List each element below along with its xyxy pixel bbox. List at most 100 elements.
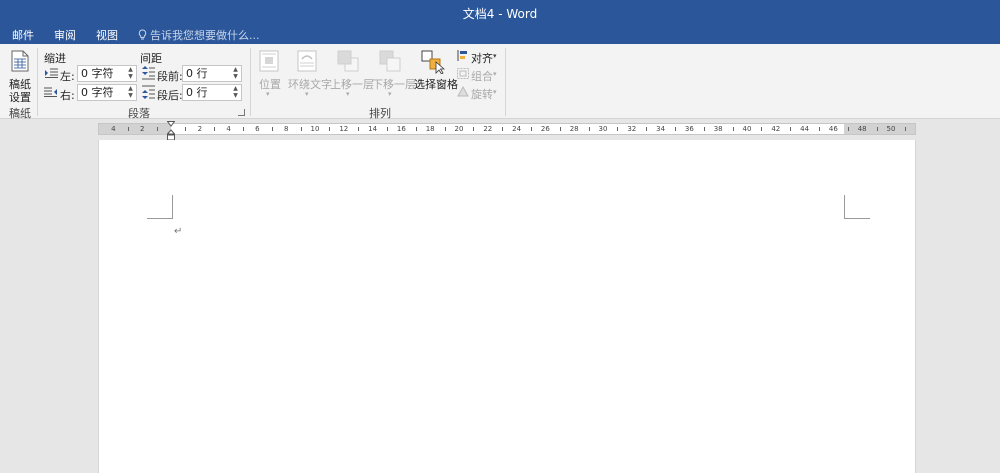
- ruler-number: 14: [368, 125, 378, 133]
- ruler-number: 20: [454, 125, 464, 133]
- ruler-tick: [387, 127, 388, 131]
- ruler-tick: [876, 127, 878, 131]
- ruler-tick: [300, 127, 302, 131]
- bring-forward-label: 上移一层: [330, 78, 374, 91]
- ruler-number: 32: [627, 125, 637, 133]
- ruler-number: 2: [139, 125, 145, 133]
- chevron-down-icon: ▾: [346, 90, 350, 98]
- ruler-tick: [819, 127, 820, 131]
- chevron-down-icon: ▾: [493, 52, 497, 60]
- ruler-number: 22: [483, 125, 493, 133]
- rotate-label: 旋转: [471, 88, 493, 101]
- crop-mark-top-left: [147, 195, 173, 219]
- document-page[interactable]: ↵: [98, 140, 916, 473]
- ruler-number: 18: [425, 125, 435, 133]
- paragraph-dialog-launcher-icon[interactable]: [238, 109, 245, 116]
- horizontal-ruler-area: 4 2 2 4 6 8 10 12 14 16 18 20 22 24 26 28 30 32 34 36 38 40 42…: [0, 120, 1000, 140]
- spacing-before-label: 段前:: [157, 70, 183, 83]
- tab-review[interactable]: 审阅: [54, 27, 76, 43]
- ruler-tick: [790, 127, 792, 131]
- position-label: 位置: [259, 78, 281, 91]
- manuscript-button-label-2: 设置: [9, 91, 31, 104]
- ribbon: 稿纸 设置 稿纸 缩进 间距 左: 0 字符 ▲ ▼ 右: 0 字符 ▲ ▼ 段前:…: [0, 44, 1000, 120]
- ruler-tick: [358, 127, 360, 131]
- ruler-number: 50: [886, 125, 896, 133]
- ruler-number: 42: [771, 125, 781, 133]
- align-icon: [457, 50, 467, 61]
- spin-arrows-icon[interactable]: ▲ ▼: [127, 66, 134, 81]
- spacing-after-value: 0 行: [186, 86, 208, 99]
- ruler-tick: [127, 127, 129, 131]
- paragraph-mark: ↵: [174, 226, 183, 237]
- indent-right-input[interactable]: 0 字符 ▲ ▼: [77, 84, 137, 101]
- ruler-tick: [271, 127, 273, 131]
- ruler-number: 2: [197, 125, 203, 133]
- ruler-number: 38: [713, 125, 723, 133]
- ruler-number: 8: [283, 125, 289, 133]
- ruler-number: 48: [857, 125, 867, 133]
- ruler-right-margin: [844, 124, 915, 134]
- tab-view[interactable]: 视图: [96, 27, 118, 43]
- send-backward-icon: [379, 50, 401, 72]
- indent-left-icon: [45, 68, 58, 78]
- ruler-tick: [675, 127, 676, 131]
- spacing-header: 间距: [140, 52, 162, 65]
- ruler-number: 16: [396, 125, 406, 133]
- selection-pane-label: 选择窗格: [414, 78, 458, 91]
- spin-arrows-icon[interactable]: ▲ ▼: [232, 66, 239, 81]
- ruler-tick: [588, 127, 590, 131]
- chevron-down-icon: ▾: [305, 90, 309, 98]
- spacing-before-input[interactable]: 0 行 ▲ ▼: [182, 65, 242, 82]
- bring-forward-icon: [337, 50, 359, 72]
- chevron-down-icon: ▾: [266, 90, 270, 98]
- ruler-number: 6: [255, 125, 260, 133]
- spacing-after-label: 段后:: [157, 89, 183, 102]
- spacing-before-value: 0 行: [186, 67, 208, 80]
- wrap-text-label: 环绕文字: [288, 78, 332, 91]
- ruler-tick: [761, 127, 763, 131]
- ruler-number: 46: [828, 125, 838, 133]
- indent-right-value: 0 字符: [81, 86, 114, 99]
- ruler-number: 24: [512, 125, 522, 133]
- wrap-text-icon: [297, 50, 317, 72]
- ruler-tick: [473, 127, 475, 131]
- lightbulb-icon: [138, 29, 147, 40]
- ruler-number: 28: [569, 125, 579, 133]
- indent-header: 缩进: [44, 52, 66, 65]
- tell-me-search[interactable]: 告诉我您想要做什么...: [138, 27, 260, 43]
- indent-left-label: 左:: [60, 70, 75, 83]
- spin-arrows-icon[interactable]: ▲ ▼: [127, 85, 134, 100]
- indent-left-input[interactable]: 0 字符 ▲ ▼: [77, 65, 137, 82]
- title-bar: 文档4 - Word: [0, 0, 1000, 25]
- ruler-number: 30: [598, 125, 608, 133]
- tab-mailings[interactable]: 邮件: [12, 27, 34, 43]
- arrange-group-label: 排列: [369, 107, 391, 120]
- indent-left-value: 0 字符: [81, 67, 114, 80]
- ruler-tick: [185, 127, 187, 131]
- indent-right-icon: [44, 87, 57, 97]
- ruler-tick: [444, 127, 446, 131]
- ruler-tick: [905, 127, 907, 131]
- chevron-down-icon: ▾: [388, 90, 392, 98]
- ruler-left-margin: [99, 124, 171, 134]
- indent-marker-icon[interactable]: [167, 121, 175, 141]
- group-divider: [37, 48, 38, 116]
- ruler-number: 12: [339, 125, 349, 133]
- ruler-tick: [531, 127, 532, 131]
- window-title: 文档4 - Word: [462, 7, 538, 21]
- ruler-tick: [559, 127, 561, 131]
- group-objects-icon: [457, 68, 469, 79]
- ruler-tick: [156, 127, 158, 131]
- ruler-number: 10: [310, 125, 320, 133]
- ruler-number: 36: [684, 125, 694, 133]
- align-label: 对齐: [471, 52, 493, 65]
- spacing-after-input[interactable]: 0 行 ▲ ▼: [182, 84, 242, 101]
- manuscript-group-label: 稿纸: [9, 107, 31, 120]
- ribbon-tab-bar: 邮件 审阅 视图 告诉我您想要做什么...: [0, 25, 1000, 44]
- horizontal-ruler[interactable]: 4 2 2 4 6 8 10 12 14 16 18 20 22 24 26 28 30 32 34 36 38 40 42…: [98, 123, 916, 135]
- send-backward-label: 下移一层: [372, 78, 416, 91]
- ruler-number: 26: [540, 125, 550, 133]
- spin-arrows-icon[interactable]: ▲ ▼: [232, 85, 239, 100]
- ruler-tick: [646, 127, 648, 131]
- position-icon: [259, 50, 279, 72]
